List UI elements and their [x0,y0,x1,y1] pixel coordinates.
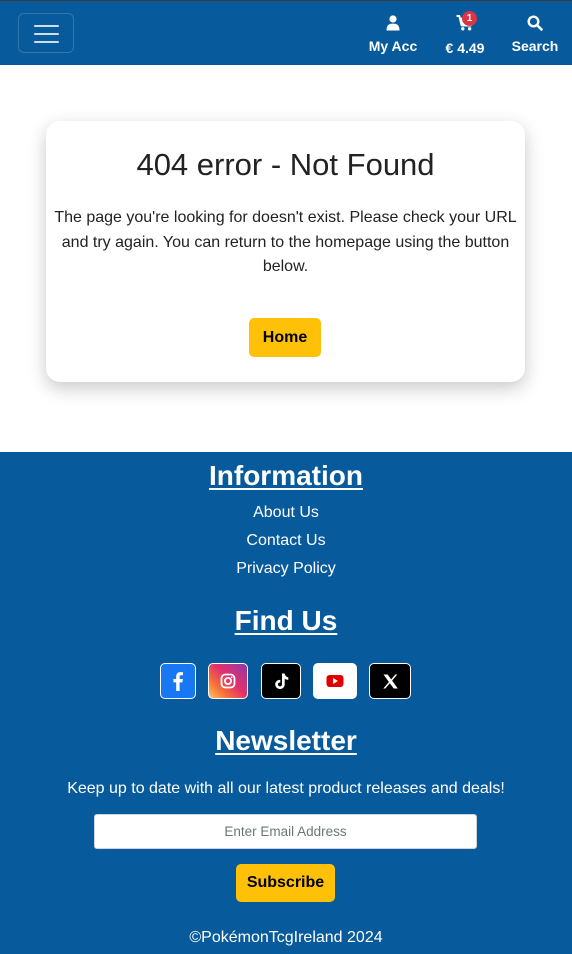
tiktok-icon [275,673,289,689]
instagram-icon [220,673,236,689]
home-button[interactable]: Home [249,318,321,357]
newsletter-heading: Newsletter [215,725,357,756]
subscribe-button[interactable]: Subscribe [236,864,335,902]
navbar: My Acc 1 € 4.49 Search [0,0,572,65]
hamburger-icon [34,25,59,27]
error-message: The page you're looking for doesn't exis… [54,209,517,275]
email-field[interactable] [94,814,477,849]
cart-total-label: € 4.49 [445,40,485,56]
search-label: Search [511,38,559,54]
hamburger-icon-line [34,41,59,43]
hamburger-icon-line [34,33,59,35]
footer: Information About Us Contact Us Privacy … [0,452,572,954]
information-heading: Information [209,460,363,491]
search-icon [527,15,543,31]
social-links [0,663,572,701]
youtube-link[interactable] [313,663,357,699]
x-link[interactable] [369,663,411,699]
newsletter-description: Keep up to date with all our latest prod… [67,780,505,797]
find-us-heading: Find Us [234,605,338,636]
cart-link[interactable]: 1 € 4.49 [440,11,490,56]
my-account-link[interactable]: My Acc [368,13,418,54]
copyright-text: ©PokémonTcgIreland 2024 [189,929,383,946]
youtube-icon [326,675,344,687]
cart-count-badge: 1 [462,11,477,26]
about-us-link[interactable]: About Us [0,504,572,522]
instagram-link[interactable] [208,663,248,699]
search-link[interactable]: Search [510,13,560,54]
privacy-policy-link[interactable]: Privacy Policy [0,560,572,578]
user-icon [386,15,400,31]
error-card: 404 error - Not Found The page you're lo… [46,121,525,382]
my-account-label: My Acc [368,38,418,54]
tiktok-link[interactable] [261,663,301,699]
x-icon [383,674,398,689]
menu-toggle-button[interactable] [18,13,74,53]
facebook-link[interactable] [160,663,196,699]
error-title: 404 error - Not Found [136,147,435,182]
facebook-icon [173,672,183,691]
contact-us-link[interactable]: Contact Us [0,532,572,550]
